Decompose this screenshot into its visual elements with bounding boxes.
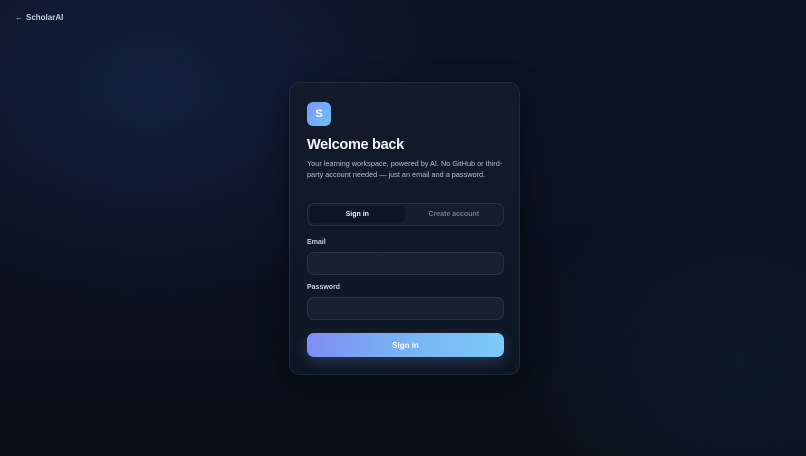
back-to-scholarai-link[interactable]: ← ScholarAI [15,13,63,22]
page-subtitle: Your learning workspace, powered by AI. … [307,159,503,179]
scholarai-logo: S [307,102,331,126]
email-field[interactable] [307,252,504,275]
password-field[interactable] [307,297,504,320]
password-label: Password [307,284,341,291]
auth-card: S Welcome back Your learning workspace, … [289,82,520,375]
arrow-left-icon: ← [15,12,23,22]
auth-mode-tabs: Sign in Create account [307,203,504,226]
logo-letter: S [315,108,323,120]
tab-create-account[interactable]: Create account [407,206,502,223]
tab-sign-in[interactable]: Sign in [310,206,405,223]
page-title: Welcome back [307,137,404,153]
sign-in-button[interactable]: Sign in [307,333,504,357]
back-link-label: ScholarAI [26,13,64,22]
email-label: Email [307,239,326,246]
